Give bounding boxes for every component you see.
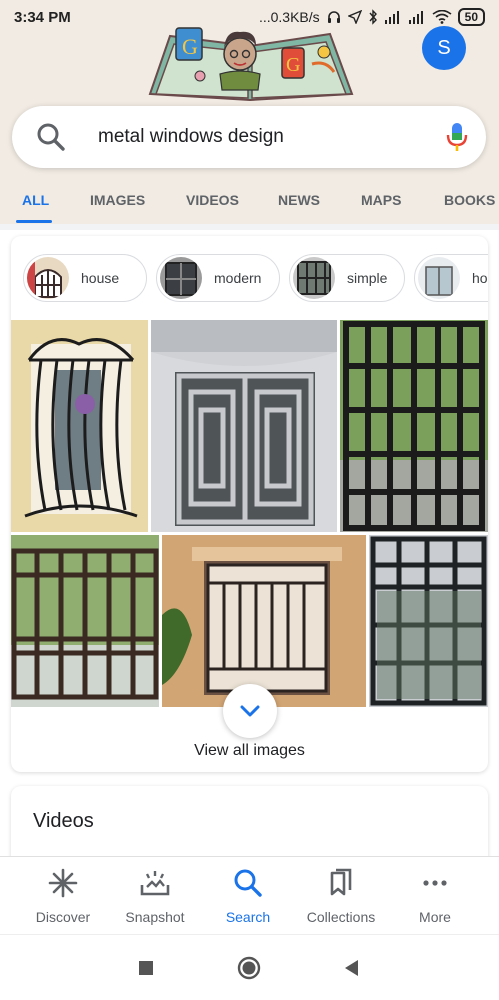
chip-modern[interactable]: modern [156, 254, 280, 302]
home-icon[interactable] [236, 955, 262, 981]
battery-level: 50 [457, 8, 485, 26]
nav-label: Discover [35, 909, 91, 925]
chip-thumbnail [160, 257, 202, 299]
signal-icon [384, 11, 399, 24]
tab-images[interactable]: IMAGES [90, 176, 145, 224]
more-dots-icon [423, 880, 447, 886]
image-filter-chips: house modern simple hom [23, 254, 488, 302]
chip-thumbnail [27, 257, 69, 299]
active-tab-indicator [16, 220, 52, 223]
back-icon[interactable] [338, 955, 364, 981]
videos-title: Videos [33, 810, 94, 832]
chip-label: house [81, 270, 120, 286]
account-avatar[interactable]: S [422, 26, 466, 70]
search-icon [234, 869, 262, 897]
asterisk-icon [48, 868, 78, 898]
image-result[interactable] [340, 320, 488, 532]
expand-images-button[interactable] [223, 684, 277, 738]
tab-books[interactable]: BOOKS [444, 176, 495, 224]
chip-simple[interactable]: simple [289, 254, 405, 302]
nav-label: Snapshot [125, 909, 185, 925]
nav-label: Search [225, 909, 271, 925]
image-result[interactable] [151, 320, 337, 532]
chip-house[interactable]: house [23, 254, 147, 302]
nav-collections[interactable]: Collections [296, 867, 386, 925]
chip-label: hom [472, 270, 488, 286]
image-result[interactable] [11, 535, 159, 707]
chip-label: modern [214, 270, 262, 286]
chip-thumbnail [293, 257, 335, 299]
image-result[interactable] [369, 535, 488, 707]
chip-label: simple [347, 270, 388, 286]
bluetooth-icon [369, 9, 377, 25]
chip-thumbnail [418, 257, 460, 299]
chip-hom[interactable]: hom [414, 254, 488, 302]
search-box[interactable]: metal windows design [12, 106, 486, 168]
status-time: 3:34 PM [14, 8, 71, 26]
recents-icon[interactable] [133, 955, 159, 981]
snapshot-icon [140, 871, 170, 896]
svg-text:G: G [286, 54, 300, 76]
nav-label: Collections [306, 909, 376, 925]
nav-more[interactable]: More [390, 867, 480, 925]
tab-videos[interactable]: VIDEOS [186, 176, 239, 224]
svg-text:G: G [182, 34, 198, 59]
search-query[interactable]: metal windows design [98, 126, 446, 148]
doodle-logo[interactable]: G G [140, 14, 362, 102]
view-all-images-link[interactable]: View all images [11, 742, 488, 760]
image-result[interactable] [11, 320, 148, 532]
bottom-navigation: Discover Snapshot Search Collections Mor… [0, 856, 499, 934]
nav-discover[interactable]: Discover [18, 867, 108, 925]
image-result[interactable] [162, 535, 366, 707]
nav-label: More [419, 909, 451, 925]
tabs-divider [0, 224, 499, 230]
tab-all[interactable]: ALL [22, 176, 49, 224]
tab-maps[interactable]: MAPS [361, 176, 401, 224]
system-navigation-bar [0, 934, 499, 1000]
signal-icon-2 [408, 11, 423, 24]
chevron-down-icon [240, 705, 260, 717]
nav-search[interactable]: Search [203, 867, 293, 925]
search-icon [37, 123, 65, 151]
tab-news[interactable]: NEWS [278, 176, 320, 224]
bookmarks-icon [330, 868, 352, 896]
mic-icon[interactable] [446, 121, 468, 153]
images-card: house modern simple hom [11, 236, 488, 772]
nav-snapshot[interactable]: Snapshot [110, 867, 200, 925]
wifi-icon [432, 10, 452, 24]
search-tabs: ALL IMAGES VIDEOS NEWS MAPS BOOKS [0, 176, 499, 224]
